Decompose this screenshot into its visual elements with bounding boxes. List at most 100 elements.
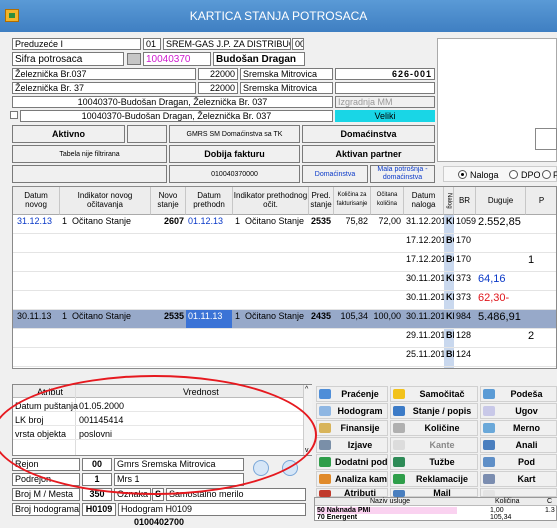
kante-icon	[393, 440, 405, 450]
samocitac-button[interactable]: Samočitač	[390, 386, 478, 402]
grid-cell-i: 1	[62, 311, 68, 321]
company-extra-field[interactable]: 00	[292, 38, 304, 50]
city1-field[interactable]: Sremska Mitrovica	[240, 68, 333, 80]
ugov-icon	[483, 406, 495, 416]
col-ocitana-kolicina[interactable]: Očitana količina	[371, 187, 404, 215]
grid-cell-oc: 100,00	[373, 311, 401, 321]
izjave-button[interactable]: Izjave	[316, 437, 388, 453]
city2-field[interactable]: Sremska Mitrovica	[240, 82, 333, 94]
company-code-field[interactable]: 01	[143, 38, 161, 50]
service-row[interactable]: 50 Naknada PMI 1,00 1.3	[315, 507, 557, 514]
hodogram-button[interactable]: Hodogram	[316, 403, 388, 419]
company-name-field[interactable]: SREM-GAS J.P. ZA DISTRIBUCIJU	[163, 38, 291, 50]
col-br[interactable]: BR	[454, 187, 476, 215]
reklamacije-icon	[393, 474, 405, 484]
col-datum-prethodn[interactable]: Datum prethodn	[186, 187, 233, 215]
full-address-line1: 10040370-Budošan Dragan, Železnička Br. …	[12, 96, 333, 108]
kart-button[interactable]: Kart	[480, 471, 557, 487]
grid-cell-dug: 5.486,91	[478, 311, 521, 323]
pod-icon	[483, 457, 495, 467]
readings-grid[interactable]: Datum novog Indikator novog očitavanja N…	[12, 186, 557, 369]
search-consumer-icon[interactable]	[127, 53, 141, 65]
radio-naloga[interactable]	[458, 170, 467, 179]
mail-icon	[393, 490, 405, 497]
col-nalog[interactable]: Nalog	[444, 187, 454, 215]
city2-extra-field[interactable]	[335, 82, 435, 94]
col-pred-stanje[interactable]: Pred. stanje	[309, 187, 334, 215]
mala-potrosnja-link[interactable]: Mala potrošnja - domaćinstva	[370, 165, 435, 183]
grid-cell-i	[60, 253, 70, 271]
service-row[interactable]: 70 Energent 105,34	[315, 514, 557, 521]
mail-button[interactable]: Mail	[390, 488, 478, 498]
col-p[interactable]: P	[526, 187, 556, 215]
grid-row[interactable]: 17.12.2013BG170	[13, 234, 556, 253]
dodatni-podaci-button[interactable]: Dodatni podaci	[316, 454, 388, 470]
zip2-field[interactable]: 22000	[198, 82, 238, 94]
kolicine-button[interactable]: Količine	[390, 420, 478, 436]
pod-button[interactable]: Pod	[480, 454, 557, 470]
grid-row[interactable]: 30.11.13 1 Očitano Stanje 2535 01.11.13 1 Očit…	[13, 310, 556, 329]
grid-row[interactable]: 31.12.13 1 Očitano Stanje 2607 01.12.13 1 Očit…	[13, 215, 556, 234]
grid-cell-dug: 62,30-	[478, 292, 510, 304]
radio-f[interactable]	[542, 170, 551, 179]
grid-cell-oc	[371, 234, 403, 252]
grid-cell-datum	[15, 348, 59, 366]
domacinstva-link[interactable]: Domaćinstva	[302, 165, 368, 183]
empty-button[interactable]	[480, 488, 557, 497]
hodogram-code[interactable]: H0109	[82, 503, 116, 516]
company-field[interactable]: Preduzeće I	[12, 38, 141, 50]
zip1-field[interactable]: 22000	[198, 68, 238, 80]
address2-field[interactable]: Železnička Br. 37	[12, 82, 196, 94]
grid-row[interactable]: 30.11.2013KM373 62,30-	[13, 291, 556, 310]
right-panel-button[interactable]	[535, 128, 557, 150]
grid-row[interactable]: 17.12.2013BG170 1	[13, 253, 556, 272]
address-checkbox[interactable]	[10, 111, 18, 119]
grid-cell-br: 124	[456, 349, 472, 359]
grid-cell-nalog: KM	[446, 273, 454, 283]
col-indikator-prethodnog[interactable]: Indikator prethodnog očit.	[233, 187, 309, 215]
col-indikator-novog[interactable]: Indikator novog očitavanja	[60, 187, 151, 215]
sifra-label: Sifra potrosaca	[12, 52, 124, 66]
grid-cell-i2	[233, 253, 243, 271]
analiza-kamata-button[interactable]: Analiza kamata	[316, 471, 388, 487]
dodatni-icon	[319, 457, 331, 467]
grid-cell-p	[526, 215, 556, 233]
grid-cell-ind2	[243, 234, 309, 252]
podesa-button[interactable]: Podeša	[480, 386, 557, 402]
grid-cell-ind	[70, 253, 150, 271]
merno-button[interactable]: Merno	[480, 420, 557, 436]
reklamacije-button[interactable]: Reklamacije	[390, 471, 478, 487]
tuzbe-button[interactable]: Tužbe	[390, 454, 478, 470]
atributi-button[interactable]: Atributi	[316, 488, 388, 498]
hodogram-name[interactable]: Hodogram H0109	[118, 503, 306, 516]
pracenje-button[interactable]: Praćenje	[316, 386, 388, 402]
services-table[interactable]: Naziv usluge Količina C 50 Naknada PMI 1…	[314, 497, 557, 521]
col-duguje[interactable]: Duguje	[476, 187, 526, 215]
col-datum-novog[interactable]: Datum novog	[13, 187, 60, 215]
grid-cell-p	[526, 234, 556, 252]
grid-cell-i2: 1	[235, 311, 241, 321]
meter-number-field[interactable]: 626-001	[335, 68, 435, 80]
col-novo-stanje[interactable]: Novo stanje	[151, 187, 186, 215]
col-datum-naloga[interactable]: Datum naloga	[404, 187, 444, 215]
consumer-name-field[interactable]: Budošan Dragan	[213, 52, 305, 66]
grid-cell-pred	[309, 329, 334, 347]
empty-icon	[483, 490, 495, 496]
radio-dpo[interactable]	[509, 170, 518, 179]
address1-field[interactable]: Železnička Br.037	[12, 68, 196, 80]
col-kolicina-fakt[interactable]: Količina za fakturisanje	[334, 187, 371, 215]
anali-button[interactable]: Anali	[480, 437, 557, 453]
consumer-code-field[interactable]: 10040370	[143, 52, 211, 66]
finansije-button[interactable]: Finansije	[316, 420, 388, 436]
grid-row[interactable]: 25.11.2013BB124	[13, 348, 556, 367]
grid-cell-dug	[476, 329, 526, 347]
ugov-button[interactable]: Ugov	[480, 403, 557, 419]
grid-row[interactable]: 30.11.2013KM373 64,16	[13, 272, 556, 291]
kante-button[interactable]: Kante	[390, 437, 478, 453]
scroll-up-icon[interactable]: ^	[305, 386, 308, 393]
tuzbe-icon	[393, 457, 405, 467]
grid-row[interactable]: 29.11.2013BB128 2	[13, 329, 556, 348]
stanje-popis-button[interactable]: Stanje / popis	[390, 403, 478, 419]
stanje-icon	[393, 406, 405, 416]
grid-cell-ind: Očitano Stanje	[72, 311, 132, 321]
